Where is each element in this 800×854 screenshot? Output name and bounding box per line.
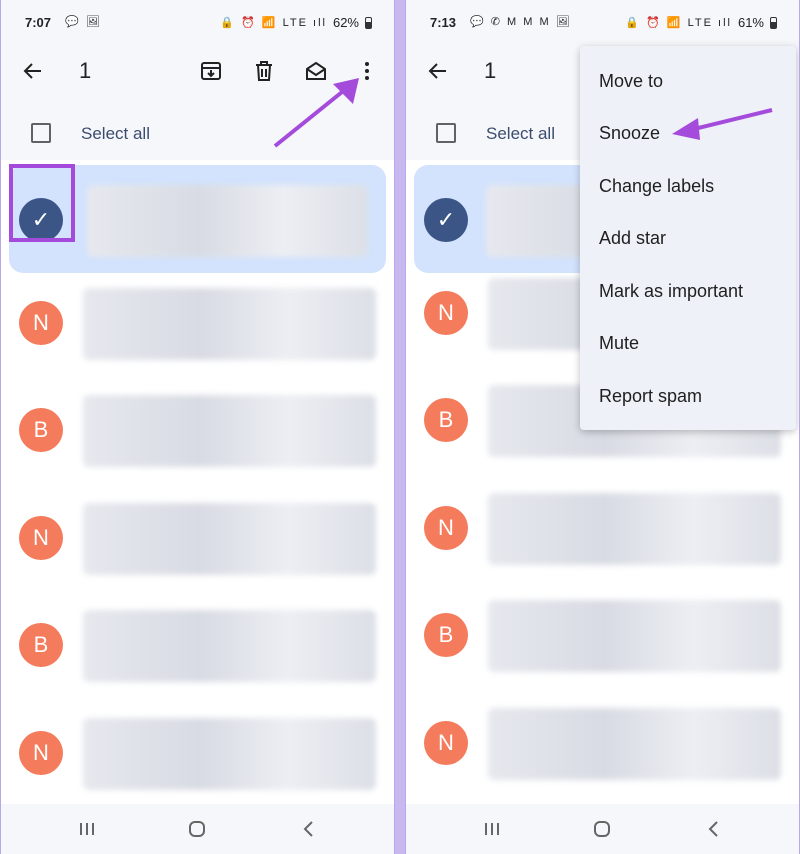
mail-row[interactable]: N [1,268,394,376]
avatar[interactable]: N [19,516,63,560]
avatar[interactable]: N [424,506,468,550]
avatar[interactable]: B [424,398,468,442]
mail-row[interactable]: B [406,580,799,688]
menu-item-move-to[interactable]: Move to [580,55,796,108]
blurred-content [87,185,368,257]
mail-row[interactable]: N [1,483,394,591]
menu-item-report-spam[interactable]: Report spam [580,370,796,423]
menu-item-add-star[interactable]: Add star [580,213,796,266]
status-time: 7:07 [25,15,52,30]
status-time: 7:13 [430,15,457,30]
back-nav-icon[interactable] [297,817,321,841]
highlight-box [9,164,75,242]
recents-icon[interactable] [480,817,504,841]
archive-icon[interactable] [199,59,223,83]
avatar[interactable]: B [424,613,468,657]
blurred-content [83,503,376,575]
select-all-label[interactable]: Select all [486,124,555,144]
menu-item-mute[interactable]: Mute [580,318,796,371]
mail-row[interactable]: B [1,375,394,483]
blurred-content [83,718,376,790]
mail-row[interactable]: N [406,473,799,581]
select-all-checkbox[interactable] [436,123,456,143]
notification-icons: 💬 🖼 [65,16,102,28]
back-arrow-icon[interactable] [426,59,450,83]
mail-row[interactable]: N [1,698,394,806]
mail-row[interactable]: N [406,688,799,796]
battery-level: 62% [332,15,359,30]
battery-level: 61% [737,15,764,30]
status-bar: 7:13 💬 ✆ M M M 🖼 🔒 ⏰ 📶 LTE ıll 61% [406,0,799,44]
selected-count: 1 [484,58,497,83]
menu-item-change-labels[interactable]: Change labels [580,160,796,213]
system-nav-bar [406,804,799,854]
blurred-content [488,493,781,565]
battery-icon [770,16,777,29]
avatar[interactable]: N [424,291,468,335]
blurred-content [488,708,781,780]
back-nav-icon[interactable] [702,817,726,841]
status-right: 🔒 ⏰ 📶 LTE ıll 61% [625,15,777,30]
pointer-arrow-icon [273,78,359,148]
menu-item-mark-important[interactable]: Mark as important [580,265,796,318]
blurred-content [83,610,376,682]
system-nav-bar [1,804,394,854]
mail-row[interactable]: B [1,590,394,698]
system-icons: 🔒 ⏰ 📶 LTE ıll [625,17,732,29]
home-icon[interactable] [185,817,209,841]
avatar[interactable]: N [19,731,63,775]
select-all-label[interactable]: Select all [81,124,150,144]
home-icon[interactable] [590,817,614,841]
selected-count: 1 [79,58,92,83]
select-all-checkbox[interactable] [31,123,51,143]
pointer-arrow-icon [672,108,773,140]
blurred-content [83,395,376,467]
battery-icon [365,16,372,29]
avatar[interactable]: N [19,301,63,345]
status-bar: 7:07 💬 🖼 🔒 ⏰ 📶 LTE ıll 62% [1,0,394,44]
left-screen: 7:07 💬 🖼 🔒 ⏰ 📶 LTE ıll 62% 1 Select all [0,0,395,854]
right-screen: 7:13 💬 ✆ M M M 🖼 🔒 ⏰ 📶 LTE ıll 61% 1 Sel… [405,0,800,854]
avatar[interactable]: B [19,623,63,667]
mail-list: ✓ N B N B N [1,160,394,804]
avatar[interactable]: B [19,408,63,452]
avatar[interactable]: N [424,721,468,765]
system-icons: 🔒 ⏰ 📶 LTE ıll [220,17,327,29]
recents-icon[interactable] [75,817,99,841]
back-arrow-icon[interactable] [21,59,45,83]
notification-icons: 💬 ✆ M M M 🖼 [470,16,572,28]
blurred-content [83,288,376,360]
check-icon[interactable]: ✓ [424,198,468,242]
blurred-content [488,600,781,672]
status-right: 🔒 ⏰ 📶 LTE ıll 62% [220,15,372,30]
